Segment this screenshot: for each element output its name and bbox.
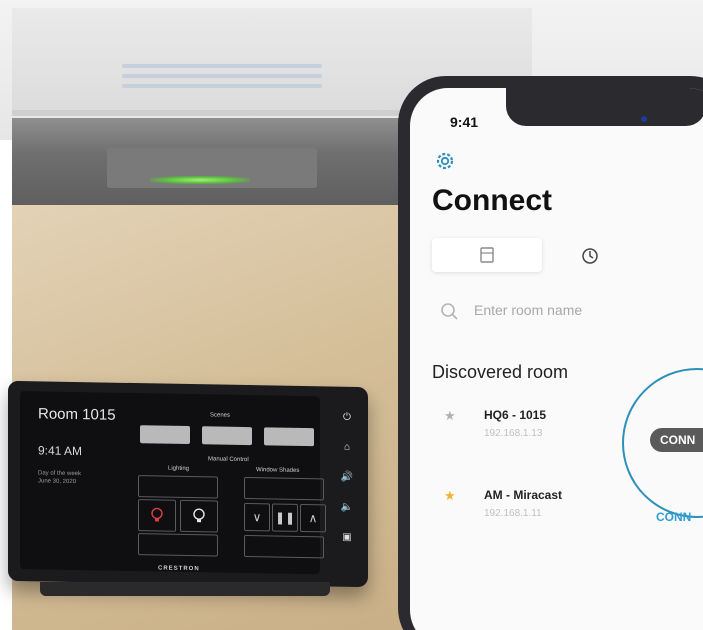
shades-fully-open-button[interactable] <box>244 476 324 501</box>
panel-date-value: June 30, 2020 <box>38 478 77 486</box>
volume-up-icon[interactable]: 🔊 <box>340 471 354 485</box>
smartphone: 9:41 Connect Enter room name Discovered … <box>398 76 703 630</box>
section-title: Discovered room <box>432 362 569 382</box>
panel-room-title: Room 1015 <box>38 405 116 424</box>
list-item[interactable]: ★ AM - Miracast 192.168.1.11 <box>444 488 644 528</box>
history-icon[interactable] <box>580 246 600 266</box>
window-shades-label: Window Shades <box>256 467 300 474</box>
connect-button[interactable]: CONN <box>650 428 703 452</box>
light-off-button[interactable] <box>138 499 176 532</box>
light-on-button[interactable] <box>180 499 218 533</box>
chevron-up-icon: ∧ <box>308 511 318 526</box>
search-input[interactable]: Enter room name <box>440 298 680 324</box>
gear-icon[interactable] <box>434 150 456 172</box>
list-item[interactable]: ★ HQ6 - 1015 192.168.1.13 <box>444 408 644 448</box>
panel-stand <box>40 582 330 596</box>
chevron-down-icon: ∨ <box>252 510 262 525</box>
scenes-label: Scenes <box>210 412 231 419</box>
phone-screen: 9:41 Connect Enter room name Discovered … <box>410 88 703 630</box>
panel-brand: CRESTRON <box>158 565 200 573</box>
scene-button-2[interactable] <box>202 426 252 446</box>
photo-scene: Room 1015 9:41 AM Day of the week June 3… <box>0 0 703 630</box>
shade-stop-button[interactable]: ❚❚ <box>272 503 298 532</box>
pause-icon: ❚❚ <box>274 510 296 525</box>
power-icon[interactable]: ⏻ <box>340 411 354 425</box>
bulb-icon <box>193 508 205 523</box>
shade-up-button[interactable]: ∧ <box>300 503 326 533</box>
search-placeholder: Enter room name <box>474 302 583 318</box>
search-icon <box>441 303 458 320</box>
page-title: Connect <box>432 184 552 217</box>
room-ip: 192.168.1.13 <box>484 428 543 439</box>
star-icon[interactable]: ★ <box>444 408 456 424</box>
phone-notch <box>506 88 703 126</box>
scene-button-3[interactable] <box>264 427 314 447</box>
home-icon[interactable]: ⌂ <box>340 441 354 455</box>
panel-day-label: Day of the week <box>38 470 82 478</box>
display-content-lines <box>122 58 322 94</box>
star-icon[interactable]: ★ <box>444 488 456 504</box>
connect-link[interactable]: CONN <box>656 510 691 524</box>
room-name: AM - Miracast <box>484 488 563 502</box>
status-time: 9:41 <box>450 114 479 130</box>
touch-panel: Room 1015 9:41 AM Day of the week June 3… <box>8 380 368 588</box>
manual-control-label: Manual Control <box>208 456 249 464</box>
shade-down-button[interactable]: ∨ <box>244 502 270 532</box>
bulb-icon <box>151 507 163 522</box>
panel-date: Day of the week June 30, 2020 <box>38 469 108 486</box>
lighting-label: Lighting <box>168 465 190 473</box>
room-name: HQ6 - 1015 <box>484 408 547 422</box>
room-list-icon <box>480 247 494 263</box>
shades-closed-button[interactable] <box>244 534 324 559</box>
panel-time: 9:41 AM <box>38 443 83 459</box>
lighting-all-off-button[interactable] <box>138 533 218 557</box>
touch-panel-screen: Room 1015 9:41 AM Day of the week June 3… <box>20 391 326 575</box>
tab-rooms[interactable] <box>432 238 542 272</box>
volume-down-icon[interactable]: 🔈 <box>340 501 354 515</box>
status-light <box>150 176 250 184</box>
lighting-all-on-button[interactable] <box>138 475 218 499</box>
scene-button-1[interactable] <box>140 425 190 445</box>
camera-dot <box>641 116 647 122</box>
display-icon[interactable]: ▣ <box>340 531 354 545</box>
room-ip: 192.168.1.11 <box>484 508 542 519</box>
